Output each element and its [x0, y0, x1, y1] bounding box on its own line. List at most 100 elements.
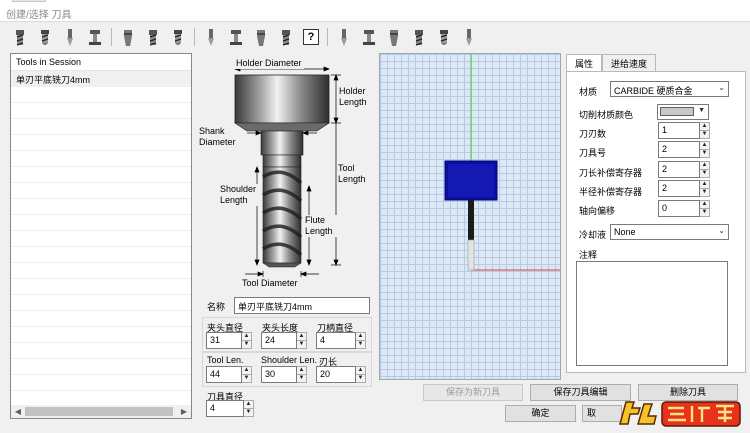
- tool-diameter-value[interactable]: 4: [206, 400, 244, 417]
- empty-list-row: [11, 103, 191, 119]
- ball-endmill-icon: [41, 30, 49, 45]
- tool-length-value[interactable]: 44: [206, 366, 242, 383]
- spin-down-icon[interactable]: ▼: [356, 340, 365, 348]
- tapered-endmill-icon-button[interactable]: [116, 25, 140, 49]
- spin-up-icon[interactable]: ▲: [297, 367, 306, 374]
- session-tool-list[interactable]: Tools in Session 单刃平底铣刀4mm: [10, 53, 192, 419]
- notes-textarea[interactable]: [576, 261, 728, 366]
- spin-down-icon[interactable]: ▼: [297, 374, 306, 382]
- tool-diameter-label: Tool Diameter: [242, 278, 298, 288]
- length-offset-spinner[interactable]: 2 ▲ ▼: [658, 161, 710, 178]
- save-tool-edits-button[interactable]: 保存刀具编辑: [530, 384, 631, 401]
- spin-down-icon[interactable]: ▼: [242, 374, 251, 382]
- shank-diameter-value[interactable]: 4: [316, 332, 356, 349]
- spin-down-icon[interactable]: ▼: [297, 340, 306, 348]
- center-drill-icon-button[interactable]: [357, 25, 381, 49]
- axial-offset-spinner[interactable]: 0 ▲ ▼: [658, 200, 710, 217]
- scroll-thumb[interactable]: [25, 407, 173, 416]
- cancel-button[interactable]: 取: [582, 405, 622, 422]
- tap-icon-button[interactable]: [407, 25, 431, 49]
- coolant-select[interactable]: None ⌄: [610, 224, 729, 240]
- spin-up-icon[interactable]: ▲: [700, 162, 709, 169]
- shank-diameter-spinner[interactable]: 4 ▲ ▼: [316, 332, 366, 349]
- empty-list-row: [11, 359, 191, 375]
- tap-icon: [415, 30, 423, 46]
- holder-length-label: Holder Length: [339, 86, 367, 107]
- toolbar-separator: [327, 28, 328, 46]
- shank-body: [468, 200, 474, 240]
- cut-color-picker[interactable]: ▼: [657, 104, 709, 120]
- tool-length-spinner[interactable]: 44 ▲ ▼: [206, 366, 252, 383]
- lollipop-icon-button[interactable]: [274, 25, 298, 49]
- flat-endmill-icon-button[interactable]: [8, 25, 32, 49]
- spin-up-icon[interactable]: ▲: [242, 333, 251, 340]
- shoulder-length-value[interactable]: 30: [261, 366, 297, 383]
- chamfer-icon: [230, 30, 242, 45]
- horizontal-scrollbar[interactable]: ◀ ▶: [10, 405, 192, 419]
- tool-name-input[interactable]: 单刃平底铣刀4mm: [234, 297, 370, 314]
- spin-down-icon[interactable]: ▼: [700, 149, 709, 157]
- flute-length-value[interactable]: 20: [316, 366, 356, 383]
- dovetail-icon-button[interactable]: [249, 25, 273, 49]
- spin-up-icon[interactable]: ▲: [700, 201, 709, 208]
- spin-up-icon[interactable]: ▲: [356, 333, 365, 340]
- holder-diameter-value[interactable]: 31: [206, 332, 242, 349]
- spin-up-icon[interactable]: ▲: [700, 142, 709, 149]
- tool-number-spinner[interactable]: 2 ▲ ▼: [658, 141, 710, 158]
- spin-down-icon[interactable]: ▼: [700, 169, 709, 177]
- ok-button[interactable]: 确定: [505, 405, 576, 422]
- holder-length-spinner[interactable]: 24 ▲ ▼: [261, 332, 307, 349]
- material-select[interactable]: CARBIDE 硬质合金 ⌄: [610, 81, 729, 97]
- help-icon-button[interactable]: ?: [299, 25, 323, 49]
- holder-length-value[interactable]: 24: [261, 332, 297, 349]
- holder-diameter-spinner[interactable]: 31 ▲ ▼: [206, 332, 252, 349]
- bore-icon-button[interactable]: [432, 25, 456, 49]
- spin-up-icon[interactable]: ▲: [244, 401, 253, 408]
- t-slot-icon-button[interactable]: [166, 25, 190, 49]
- spin-down-icon[interactable]: ▼: [356, 374, 365, 382]
- flutes-value[interactable]: 1: [658, 122, 700, 139]
- chamfer-icon-button[interactable]: [224, 25, 248, 49]
- flute-length-spinner[interactable]: 20 ▲ ▼: [316, 366, 366, 383]
- ball-endmill-icon-button[interactable]: [33, 25, 57, 49]
- reamer-icon-button[interactable]: [382, 25, 406, 49]
- holder-diameter-label: Holder Diameter: [234, 58, 304, 69]
- tool-preview-viewport[interactable]: [379, 53, 561, 380]
- spot-drill-icon: [466, 29, 472, 46]
- engrave-icon-button[interactable]: [199, 25, 223, 49]
- tool-list-item[interactable]: 单刃平底铣刀4mm: [11, 71, 191, 87]
- tool-diameter-spinner[interactable]: 4 ▲ ▼: [206, 400, 254, 417]
- tapered-ball-icon-button[interactable]: [141, 25, 165, 49]
- drill-icon-button[interactable]: [83, 25, 107, 49]
- spin-down-icon[interactable]: ▼: [700, 208, 709, 216]
- title-bar: 创建/选择 刀具: [0, 0, 750, 22]
- tapered-endmill-icon: [124, 30, 132, 46]
- spin-up-icon[interactable]: ▲: [700, 123, 709, 130]
- scroll-right-icon[interactable]: ▶: [178, 406, 190, 418]
- bull-endmill-icon-button[interactable]: [58, 25, 82, 49]
- axial-offset-value[interactable]: 0: [658, 200, 700, 217]
- tool-number-value[interactable]: 2: [658, 141, 700, 158]
- length-offset-value[interactable]: 2: [658, 161, 700, 178]
- tab-properties[interactable]: 属性: [566, 54, 603, 71]
- spin-up-icon[interactable]: ▲: [242, 367, 251, 374]
- spin-down-icon[interactable]: ▼: [242, 340, 251, 348]
- radius-offset-spinner[interactable]: 2 ▲ ▼: [658, 180, 710, 197]
- radius-offset-value[interactable]: 2: [658, 180, 700, 197]
- help-icon: ?: [303, 29, 319, 45]
- spin-down-icon[interactable]: ▼: [700, 130, 709, 138]
- flutes-label: 刀刃数: [579, 129, 607, 139]
- spin-down-icon[interactable]: ▼: [700, 188, 709, 196]
- spot-drill-icon-button[interactable]: [457, 25, 481, 49]
- spin-down-icon[interactable]: ▼: [244, 408, 253, 416]
- scroll-left-icon[interactable]: ◀: [12, 406, 24, 418]
- face-mill-icon-button[interactable]: [332, 25, 356, 49]
- spin-up-icon[interactable]: ▲: [297, 333, 306, 340]
- dovetail-icon: [257, 30, 265, 46]
- spin-up-icon[interactable]: ▲: [356, 367, 365, 374]
- shoulder-length-spinner[interactable]: 30 ▲ ▼: [261, 366, 307, 383]
- flutes-spinner[interactable]: 1 ▲ ▼: [658, 122, 710, 139]
- spin-up-icon[interactable]: ▲: [700, 181, 709, 188]
- save-as-new-tool-button[interactable]: 保存为新刀具: [423, 384, 523, 401]
- tab-feeds-speeds[interactable]: 进给速度: [602, 54, 657, 71]
